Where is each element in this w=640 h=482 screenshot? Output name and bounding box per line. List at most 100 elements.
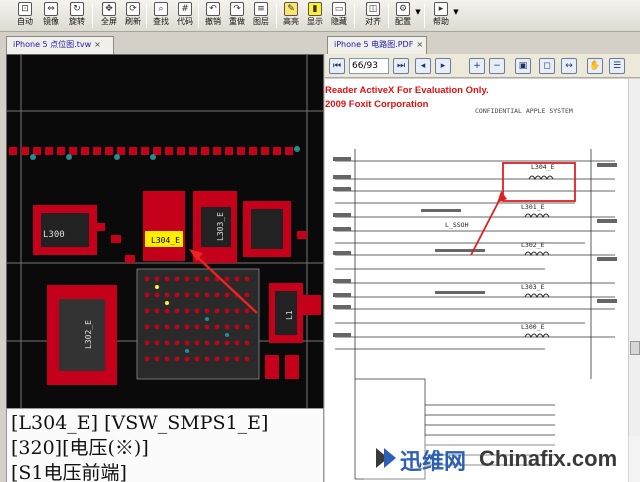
toolbar-button-15[interactable]: ⚙ 配置 bbox=[392, 2, 414, 30]
toolbar-button-1[interactable]: ⊡ 自动 bbox=[14, 2, 36, 30]
help-icon: ▸ bbox=[434, 2, 448, 16]
fit-page-button[interactable]: ▣ bbox=[515, 58, 531, 74]
toolbar-button-2[interactable]: ⇔ 镜像 bbox=[40, 2, 62, 30]
tab-schematic-pdf[interactable]: iPhone 5 电路图.PDF × bbox=[327, 36, 427, 54]
info-line-3: [S1电压前端] bbox=[11, 462, 127, 482]
toolbar-separator bbox=[388, 4, 389, 28]
prev-page-button[interactable]: ◂ bbox=[415, 58, 431, 74]
zoom-in-button[interactable]: + bbox=[469, 58, 485, 74]
last-page-icon: ⏭ bbox=[396, 61, 406, 71]
pdf-toolbar: ⏮ ⏭ ◂ ▸ + − ▣ ◻ ↔ ✋ ☰ bbox=[325, 54, 640, 78]
next-page-button[interactable]: ▸ bbox=[435, 58, 451, 74]
toolbar-separator bbox=[198, 4, 199, 28]
watermark-cn-text: 迅维网 bbox=[400, 450, 467, 475]
sch-label-l301e: L301_E bbox=[521, 203, 545, 211]
tab-board-view[interactable]: iPhone 5 点位图.tvw × bbox=[6, 36, 114, 54]
fit-icon: ⊡ bbox=[18, 2, 32, 16]
mirror-icon: ⇔ bbox=[44, 2, 58, 16]
pcb-canvas[interactable]: L300 L304_E L303_E L302_E L1 bbox=[6, 54, 324, 458]
close-icon[interactable]: × bbox=[94, 37, 101, 53]
toolbar-button-13[interactable]: ▭ 隐藏 bbox=[328, 2, 350, 30]
fit-page-icon: ▣ bbox=[518, 61, 528, 71]
actual-size-icon: ◻ bbox=[543, 61, 551, 71]
hide-icon: ▭ bbox=[332, 2, 346, 16]
last-page-button[interactable]: ⏭ bbox=[393, 58, 409, 74]
toolbar-button-5[interactable]: ⟳ 刷新 bbox=[122, 2, 144, 30]
zoom-in-icon: + bbox=[473, 61, 481, 71]
board-view-panel: iPhone 5 点位图.tvw × L300 L304_E L303_E L3… bbox=[0, 32, 325, 482]
watermark-en-text: Chinafix.com bbox=[479, 446, 618, 471]
sch-label-lssoh: L_SSOH bbox=[445, 221, 469, 229]
toolbar-button-14[interactable]: ◫ 对齐 bbox=[362, 2, 384, 30]
sch-label-l300e: L300_E bbox=[521, 323, 545, 331]
page-number-input[interactable] bbox=[349, 58, 389, 74]
zoom-out-button[interactable]: − bbox=[489, 58, 505, 74]
fit-width-button[interactable]: ↔ bbox=[561, 58, 577, 74]
zoom-out-icon: − bbox=[493, 61, 501, 71]
sch-label-l304e: L304_E bbox=[531, 163, 555, 171]
help-dropdown-arrow[interactable]: ▼ bbox=[452, 2, 460, 30]
toolbar-button-16[interactable]: ▸ 帮助 bbox=[430, 2, 452, 30]
refresh-icon: ⟳ bbox=[126, 2, 140, 16]
toolbar-separator bbox=[276, 4, 277, 28]
label-l300: L300 bbox=[43, 230, 65, 240]
prev-page-icon: ◂ bbox=[420, 61, 426, 71]
chevron-down-icon: ▼ bbox=[415, 8, 421, 16]
bga-chip[interactable] bbox=[136, 268, 260, 380]
next-page-icon: ▸ bbox=[440, 61, 446, 71]
chevron-down-icon: ▼ bbox=[453, 8, 459, 16]
redo-icon: ↷ bbox=[230, 2, 244, 16]
hand-icon: ✋ bbox=[589, 61, 601, 71]
select-tool-button[interactable]: ☰ bbox=[609, 58, 625, 74]
label-l304e: L304_E bbox=[151, 236, 180, 245]
info-line-2: [320][电压(※)] bbox=[11, 437, 149, 459]
sch-label-l302e: L302_E bbox=[521, 241, 545, 249]
settings-icon: ⚙ bbox=[396, 2, 410, 16]
info-line-1: [L304_E] [VSW_SMPS1_E] bbox=[11, 412, 269, 434]
toolbar-button-9[interactable]: ↷ 重做 bbox=[226, 2, 248, 30]
toolbar-button-6[interactable]: ⌕ 查找 bbox=[150, 2, 172, 30]
hand-tool-button[interactable]: ✋ bbox=[587, 58, 603, 74]
pdf-vertical-scrollbar[interactable] bbox=[628, 79, 640, 482]
schematic-drawing: L304_E L301_E L302_E L303_E L300_E L_SSO… bbox=[333, 149, 617, 480]
fit-width-icon: ↔ bbox=[565, 61, 573, 71]
close-icon[interactable]: × bbox=[416, 37, 423, 53]
schematic-viewer-panel: iPhone 5 电路图.PDF× ⏮ ⏭ ◂ ▸ + − ▣ ◻ ↔ ✋ ☰ … bbox=[325, 32, 640, 482]
actual-size-button[interactable]: ◻ bbox=[539, 58, 555, 74]
toolbar-button-7[interactable]: # 代码 bbox=[174, 2, 196, 30]
toolbar-button-4[interactable]: ✥ 全屏 bbox=[98, 2, 120, 30]
first-page-icon: ⏮ bbox=[332, 61, 342, 71]
settings-dropdown-arrow[interactable]: ▼ bbox=[414, 2, 422, 30]
pcb-drawing: L300 L304_E L303_E L302_E L1 bbox=[7, 55, 323, 457]
toolbar-button-10[interactable]: ≡ 图层 bbox=[250, 2, 272, 30]
highlight-icon: ✎ bbox=[284, 2, 298, 16]
rotate-icon: ↻ bbox=[70, 2, 84, 16]
show-icon: ▮ bbox=[308, 2, 322, 16]
toolbar-button-11[interactable]: ✎ 高亮 bbox=[280, 2, 302, 30]
pdf-page[interactable]: Reader ActiveX For Evaluation Only. 2009… bbox=[325, 79, 628, 482]
toolbar-button-8[interactable]: ↶ 撤销 bbox=[202, 2, 224, 30]
code-icon: # bbox=[178, 2, 192, 16]
toolbar-separator bbox=[92, 4, 93, 28]
net-info-box: [L304_E] [VSW_SMPS1_E] [320][电压(※)] [S1电… bbox=[6, 408, 324, 482]
search-icon: ⌕ bbox=[154, 2, 168, 16]
toolbar-separator bbox=[354, 4, 355, 28]
scrollbar-thumb[interactable] bbox=[630, 341, 640, 355]
sch-label-l303e: L303_E bbox=[521, 283, 545, 291]
label-l303e: L303_E bbox=[216, 212, 225, 241]
layer-icon: ≡ bbox=[254, 2, 268, 16]
toolbar-button-12[interactable]: ▮ 显示 bbox=[304, 2, 326, 30]
main-toolbar: ⊡ 自动 ⇔ 镜像 ↻ 旋转 ✥ 全屏 ⟳ 刷新 ⌕ 查找 # 代码 ↶ 撤销 … bbox=[0, 0, 640, 32]
toolbar-button-3[interactable]: ↻ 旋转 bbox=[66, 2, 88, 30]
toolbar-separator bbox=[424, 4, 425, 28]
label-l302e: L302_E bbox=[84, 320, 93, 349]
app-window: ⊡ 自动 ⇔ 镜像 ↻ 旋转 ✥ 全屏 ⟳ 刷新 ⌕ 查找 # 代码 ↶ 撤销 … bbox=[0, 0, 640, 482]
undo-icon: ↶ bbox=[206, 2, 220, 16]
first-page-button[interactable]: ⏮ bbox=[329, 58, 345, 74]
fullscreen-icon: ✥ bbox=[102, 2, 116, 16]
toolbar-separator bbox=[146, 4, 147, 28]
label-l1: L1 bbox=[285, 310, 294, 320]
select-icon: ☰ bbox=[612, 61, 622, 71]
watermark: 迅维网 Chinafix.com bbox=[364, 436, 640, 482]
align-icon: ◫ bbox=[366, 2, 380, 16]
